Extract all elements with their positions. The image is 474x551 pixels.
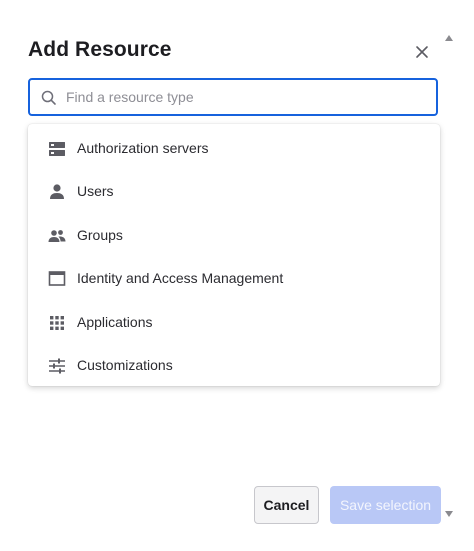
search-field[interactable] (28, 78, 438, 116)
option-label: Authorization servers (77, 140, 209, 156)
option-label: Users (77, 183, 114, 199)
server-icon (48, 140, 66, 158)
option-users[interactable]: Users (28, 171, 440, 211)
close-icon (416, 46, 428, 58)
close-button[interactable] (410, 40, 434, 64)
save-selection-button[interactable]: Save selection (330, 486, 441, 524)
search-input[interactable] (66, 80, 426, 114)
scroll-down-arrow-icon[interactable] (444, 506, 454, 524)
cancel-button[interactable]: Cancel (254, 486, 319, 524)
resource-type-list: Authorization servers Users Groups Ident… (28, 124, 440, 386)
group-icon (48, 227, 66, 245)
option-label: Groups (77, 227, 123, 243)
option-label: Customizations (77, 357, 173, 373)
scrollbar[interactable] (444, 30, 454, 520)
apps-grid-icon (48, 314, 66, 332)
sliders-icon (48, 357, 66, 375)
option-customizations[interactable]: Customizations (28, 345, 440, 385)
option-authorization-servers[interactable]: Authorization servers (28, 128, 440, 168)
option-label: Identity and Access Management (77, 270, 284, 286)
option-groups[interactable]: Groups (28, 215, 440, 255)
user-icon (48, 183, 66, 201)
scroll-up-arrow-icon[interactable] (444, 30, 454, 48)
search-icon (40, 89, 58, 112)
add-resource-dialog: Add Resource Authorization ser (0, 0, 474, 551)
dialog-title: Add Resource (28, 38, 172, 61)
window-icon (48, 270, 66, 288)
option-identity-and-access-management[interactable]: Identity and Access Management (28, 258, 440, 298)
option-applications[interactable]: Applications (28, 302, 440, 342)
option-label: Applications (77, 314, 153, 330)
